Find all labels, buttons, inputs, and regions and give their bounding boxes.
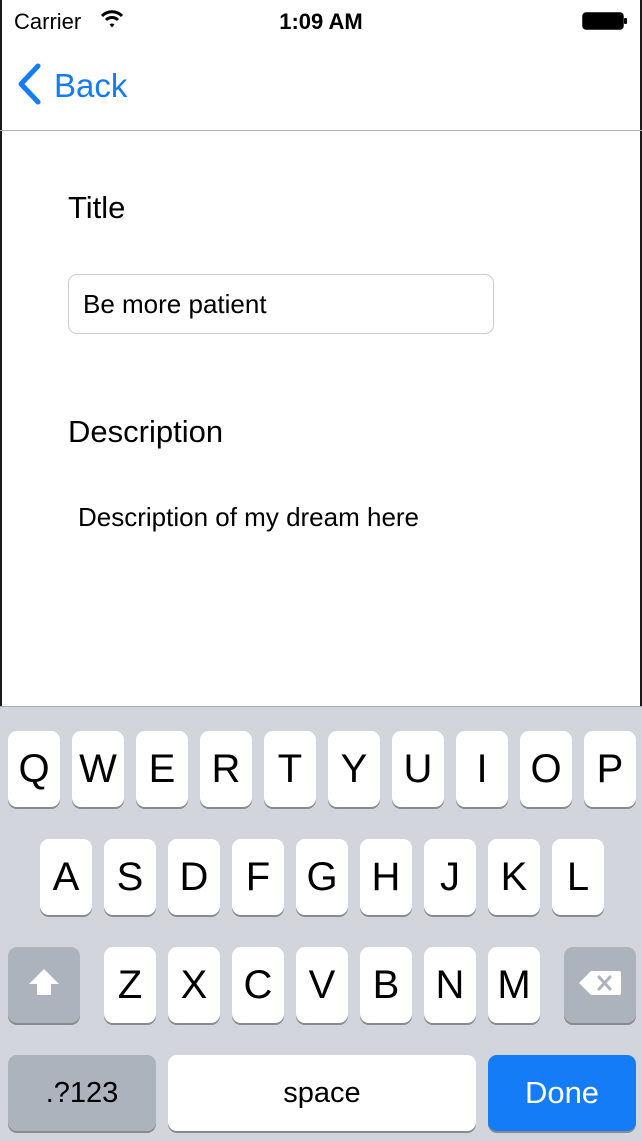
key-j[interactable]: J <box>424 839 476 915</box>
title-input[interactable] <box>68 274 494 334</box>
shift-key[interactable] <box>8 947 80 1023</box>
key-p[interactable]: P <box>584 731 636 807</box>
key-r[interactable]: R <box>200 731 252 807</box>
key-f[interactable]: F <box>232 839 284 915</box>
done-key[interactable]: Done <box>488 1055 636 1131</box>
key-c[interactable]: C <box>232 947 284 1023</box>
key-t[interactable]: T <box>264 731 316 807</box>
key-w[interactable]: W <box>72 731 124 807</box>
navigation-bar: Back <box>0 40 642 131</box>
back-button[interactable]: Back <box>16 63 128 110</box>
description-textarea[interactable]: Description of my dream here <box>78 502 598 533</box>
key-e[interactable]: E <box>136 731 188 807</box>
key-y[interactable]: Y <box>328 731 380 807</box>
status-time: 1:09 AM <box>279 9 363 34</box>
key-k[interactable]: K <box>488 839 540 915</box>
numbers-key[interactable]: .?123 <box>8 1055 156 1131</box>
key-n[interactable]: N <box>424 947 476 1023</box>
space-key[interactable]: space <box>168 1055 476 1131</box>
key-a[interactable]: A <box>40 839 92 915</box>
key-o[interactable]: O <box>520 731 572 807</box>
keyboard: Q W E R T Y U I O P A S D F G H J K L Z … <box>0 706 642 1141</box>
backspace-icon <box>577 963 623 1008</box>
back-label: Back <box>54 67 128 104</box>
key-q[interactable]: Q <box>8 731 60 807</box>
key-b[interactable]: B <box>360 947 412 1023</box>
key-x[interactable]: X <box>168 947 220 1023</box>
description-label: Description <box>68 414 224 449</box>
delete-key[interactable] <box>564 947 636 1023</box>
status-bar: Carrier 1:09 AM <box>0 0 642 40</box>
key-g[interactable]: G <box>296 839 348 915</box>
shift-arrow-icon <box>26 963 62 1008</box>
title-label: Title <box>68 190 126 225</box>
key-l[interactable]: L <box>552 839 604 915</box>
key-u[interactable]: U <box>392 731 444 807</box>
key-i[interactable]: I <box>456 731 508 807</box>
key-d[interactable]: D <box>168 839 220 915</box>
key-h[interactable]: H <box>360 839 412 915</box>
key-m[interactable]: M <box>488 947 540 1023</box>
chevron-left-icon <box>16 63 42 110</box>
key-s[interactable]: S <box>104 839 156 915</box>
key-v[interactable]: V <box>296 947 348 1023</box>
key-z[interactable]: Z <box>104 947 156 1023</box>
battery-icon <box>582 12 628 30</box>
